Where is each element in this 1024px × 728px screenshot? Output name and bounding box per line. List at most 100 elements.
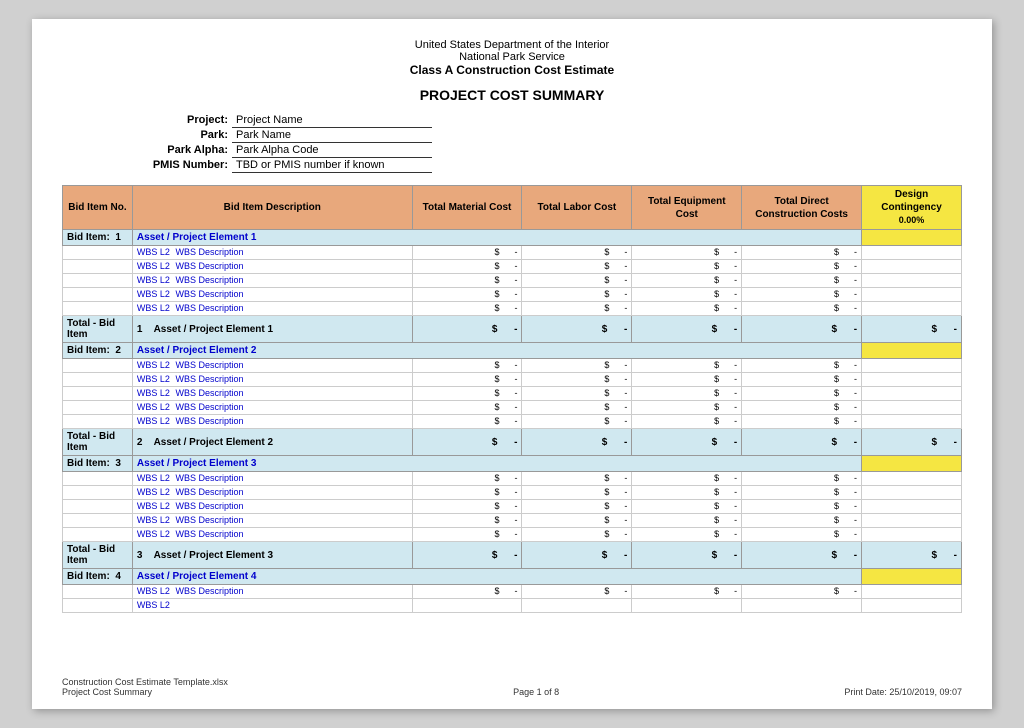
wbs-bid-no-cell [63, 599, 133, 613]
wbs-bid-no-cell [63, 260, 133, 274]
org-line2: National Park Service [62, 51, 962, 63]
wbs-bid-no-cell [63, 472, 133, 486]
total-equip-cell: $ - [632, 316, 742, 343]
wbs-equip-cell: $ - [632, 387, 742, 401]
th-total-labor: Total Labor Cost [522, 186, 632, 230]
park-alpha-value: Park Alpha Code [232, 143, 432, 158]
wbs-equip-cell: $ - [632, 500, 742, 514]
wbs-desc-cell: WBS L2 WBS Description [132, 373, 412, 387]
wbs-mat-cell: $ - [412, 486, 522, 500]
total-labor-cell: $ - [522, 429, 632, 456]
wbs-row: WBS L2 WBS Description$ -$ -$ -$ - [63, 373, 962, 387]
th-total-material: Total Material Cost [412, 186, 522, 230]
wbs-mat-cell: $ - [412, 528, 522, 542]
wbs-desc-cell: WBS L2 WBS Description [132, 528, 412, 542]
wbs-mat-cell: $ - [412, 260, 522, 274]
sheet-name: Project Cost Summary [62, 687, 228, 697]
wbs-equip-cell: $ - [632, 585, 742, 599]
bid-item-header-row: Bid Item: 3Asset / Project Element 3 [63, 456, 962, 472]
wbs-row: WBS L2 WBS Description$ -$ -$ -$ - [63, 415, 962, 429]
wbs-direct-cell: $ - [742, 500, 862, 514]
wbs-design-cell [862, 514, 962, 528]
wbs-desc-cell: WBS L2 WBS Description [132, 288, 412, 302]
wbs-labor-cell: $ - [522, 528, 632, 542]
wbs-bid-no-cell [63, 415, 133, 429]
design-pct: 0.00% [899, 215, 925, 225]
wbs-labor-cell: $ - [522, 288, 632, 302]
wbs-desc-cell: WBS L2 WBS Description [132, 246, 412, 260]
total-mat-cell: $ - [412, 542, 522, 569]
total-label-cell: Total - Bid Item [63, 316, 133, 343]
total-mat-cell: $ - [412, 316, 522, 343]
wbs-mat-cell: $ - [412, 472, 522, 486]
wbs-direct-cell: $ - [742, 288, 862, 302]
bid-item-design-cell [862, 343, 962, 359]
wbs-mat-cell: $ - [412, 246, 522, 260]
wbs-design-cell [862, 302, 962, 316]
wbs-equip-cell: $ - [632, 472, 742, 486]
bid-item-header-row: Bid Item: 2Asset / Project Element 2 [63, 343, 962, 359]
wbs-row: WBS L2 WBS Description$ -$ -$ -$ - [63, 359, 962, 373]
wbs-desc-cell: WBS L2 WBS Description [132, 486, 412, 500]
wbs-desc-cell: WBS L2 WBS Description [132, 472, 412, 486]
wbs-desc-cell: WBS L2 WBS Description [132, 359, 412, 373]
footer-right: Print Date: 25/10/2019, 09:07 [844, 687, 962, 697]
org-line3: Class A Construction Cost Estimate [62, 63, 962, 77]
wbs-design-cell [862, 373, 962, 387]
bid-item-header-label: Bid Item: 1 [63, 230, 133, 246]
total-equip-cell: $ - [632, 429, 742, 456]
wbs-row: WBS L2 WBS Description$ -$ -$ -$ - [63, 528, 962, 542]
wbs-row: WBS L2 WBS Description$ -$ -$ -$ - [63, 246, 962, 260]
wbs-equip-cell: $ - [632, 302, 742, 316]
park-label: Park: [142, 128, 232, 143]
wbs-row: WBS L2 WBS Description$ -$ -$ -$ - [63, 260, 962, 274]
bid-item-header-label: Bid Item: 4 [63, 569, 133, 585]
wbs-desc-cell: WBS L2 WBS Description [132, 585, 412, 599]
wbs-mat-cell: $ - [412, 274, 522, 288]
wbs-direct-cell: $ - [742, 415, 862, 429]
wbs-mat-cell: $ - [412, 401, 522, 415]
total-direct-cell: $ - [742, 316, 862, 343]
wbs-bid-no-cell [63, 514, 133, 528]
wbs-desc-cell: WBS L2 WBS Description [132, 302, 412, 316]
wbs-row: WBS L2 [63, 599, 962, 613]
wbs-direct-cell [742, 599, 862, 613]
project-value: Project Name [232, 113, 432, 128]
bid-item-header-label: Bid Item: 3 [63, 456, 133, 472]
wbs-desc-cell: WBS L2 WBS Description [132, 387, 412, 401]
wbs-labor-cell: $ - [522, 373, 632, 387]
bid-item-element-name: Asset / Project Element 1 [132, 230, 861, 246]
footer: Construction Cost Estimate Template.xlsx… [62, 677, 962, 697]
wbs-desc-cell: WBS L2 WBS Description [132, 401, 412, 415]
wbs-mat-cell: $ - [412, 302, 522, 316]
wbs-labor-cell: $ - [522, 246, 632, 260]
total-element-cell: 3 Asset / Project Element 3 [132, 542, 412, 569]
wbs-desc-cell: WBS L2 [132, 599, 412, 613]
th-bid-item-no: Bid Item No. [63, 186, 133, 230]
wbs-equip-cell: $ - [632, 401, 742, 415]
wbs-labor-cell: $ - [522, 260, 632, 274]
wbs-design-cell [862, 500, 962, 514]
wbs-bid-no-cell [63, 288, 133, 302]
wbs-bid-no-cell [63, 373, 133, 387]
pmis-value: TBD or PMIS number if known [232, 158, 432, 173]
wbs-labor-cell [522, 599, 632, 613]
footer-center: Page 1 of 8 [513, 687, 559, 697]
wbs-direct-cell: $ - [742, 514, 862, 528]
wbs-equip-cell: $ - [632, 528, 742, 542]
wbs-bid-no-cell [63, 387, 133, 401]
wbs-bid-no-cell [63, 528, 133, 542]
wbs-design-cell [862, 472, 962, 486]
wbs-direct-cell: $ - [742, 359, 862, 373]
wbs-equip-cell: $ - [632, 415, 742, 429]
wbs-labor-cell: $ - [522, 500, 632, 514]
wbs-labor-cell: $ - [522, 274, 632, 288]
wbs-bid-no-cell [63, 486, 133, 500]
pmis-label: PMIS Number: [142, 158, 232, 173]
wbs-mat-cell: $ - [412, 585, 522, 599]
page: United States Department of the Interior… [32, 19, 992, 709]
bid-item-design-cell [862, 230, 962, 246]
wbs-bid-no-cell [63, 401, 133, 415]
wbs-row: WBS L2 WBS Description$ -$ -$ -$ - [63, 274, 962, 288]
th-total-equipment: Total Equipment Cost [632, 186, 742, 230]
